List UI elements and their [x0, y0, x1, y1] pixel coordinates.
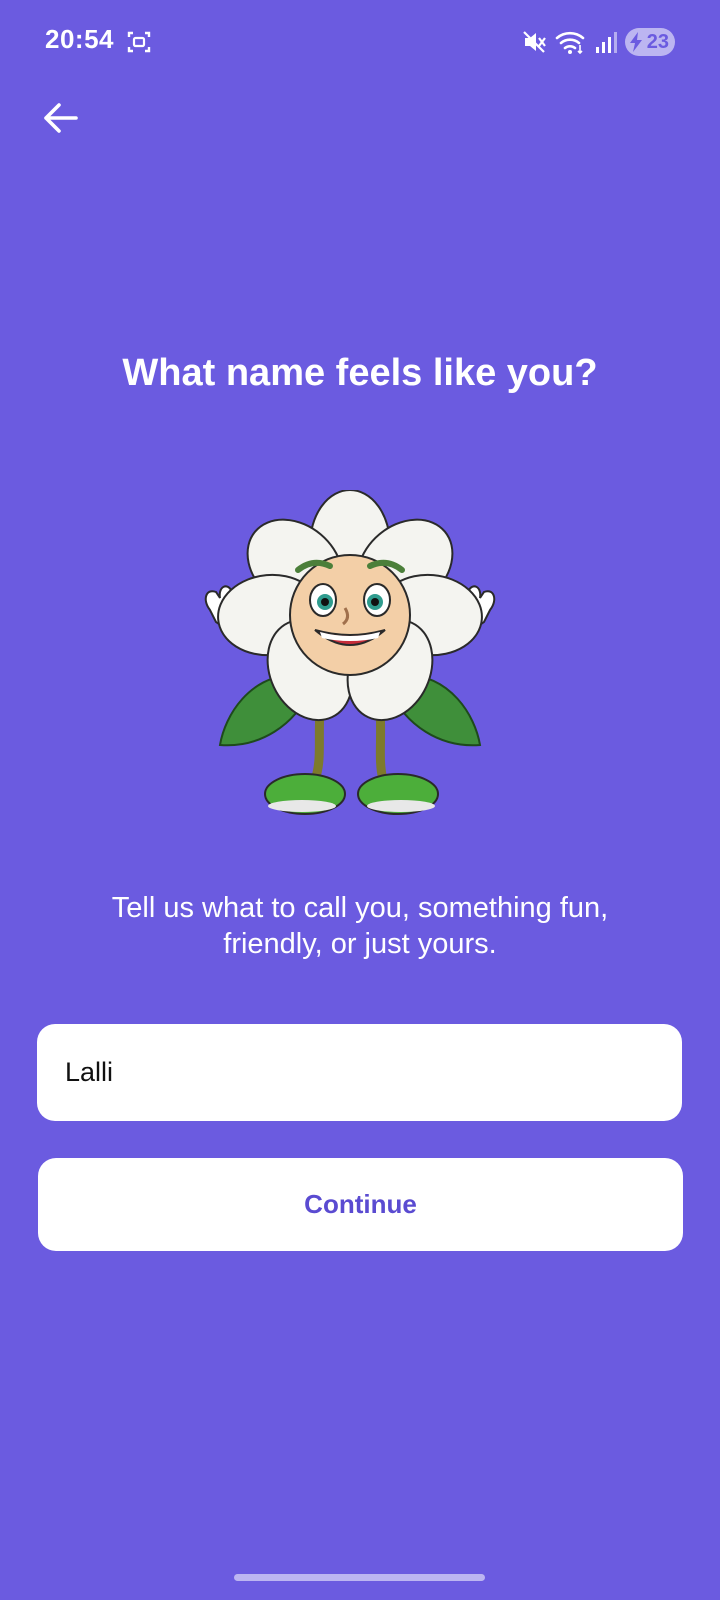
wifi-icon [555, 31, 585, 55]
subtitle: Tell us what to call you, something fun,… [111, 892, 609, 960]
signal-icon [596, 32, 617, 53]
back-button[interactable] [38, 96, 82, 140]
continue-button[interactable]: Continue [38, 1158, 683, 1251]
status-time: 20:54 [45, 24, 114, 54]
mute-icon [523, 31, 546, 53]
battery-charging-icon [630, 32, 642, 52]
battery-indicator: 23 [625, 28, 675, 56]
battery-level: 23 [646, 30, 669, 53]
page-title: What name feels like you? [122, 352, 598, 394]
flower-mascot-image [204, 490, 496, 815]
status-icons: 23 [521, 26, 675, 58]
screenshot-icon [127, 31, 151, 53]
home-indicator[interactable] [234, 1574, 485, 1581]
status-bar: 20:54 23 [0, 0, 720, 84]
arrow-left-icon [44, 103, 78, 133]
name-input[interactable] [37, 1024, 682, 1121]
